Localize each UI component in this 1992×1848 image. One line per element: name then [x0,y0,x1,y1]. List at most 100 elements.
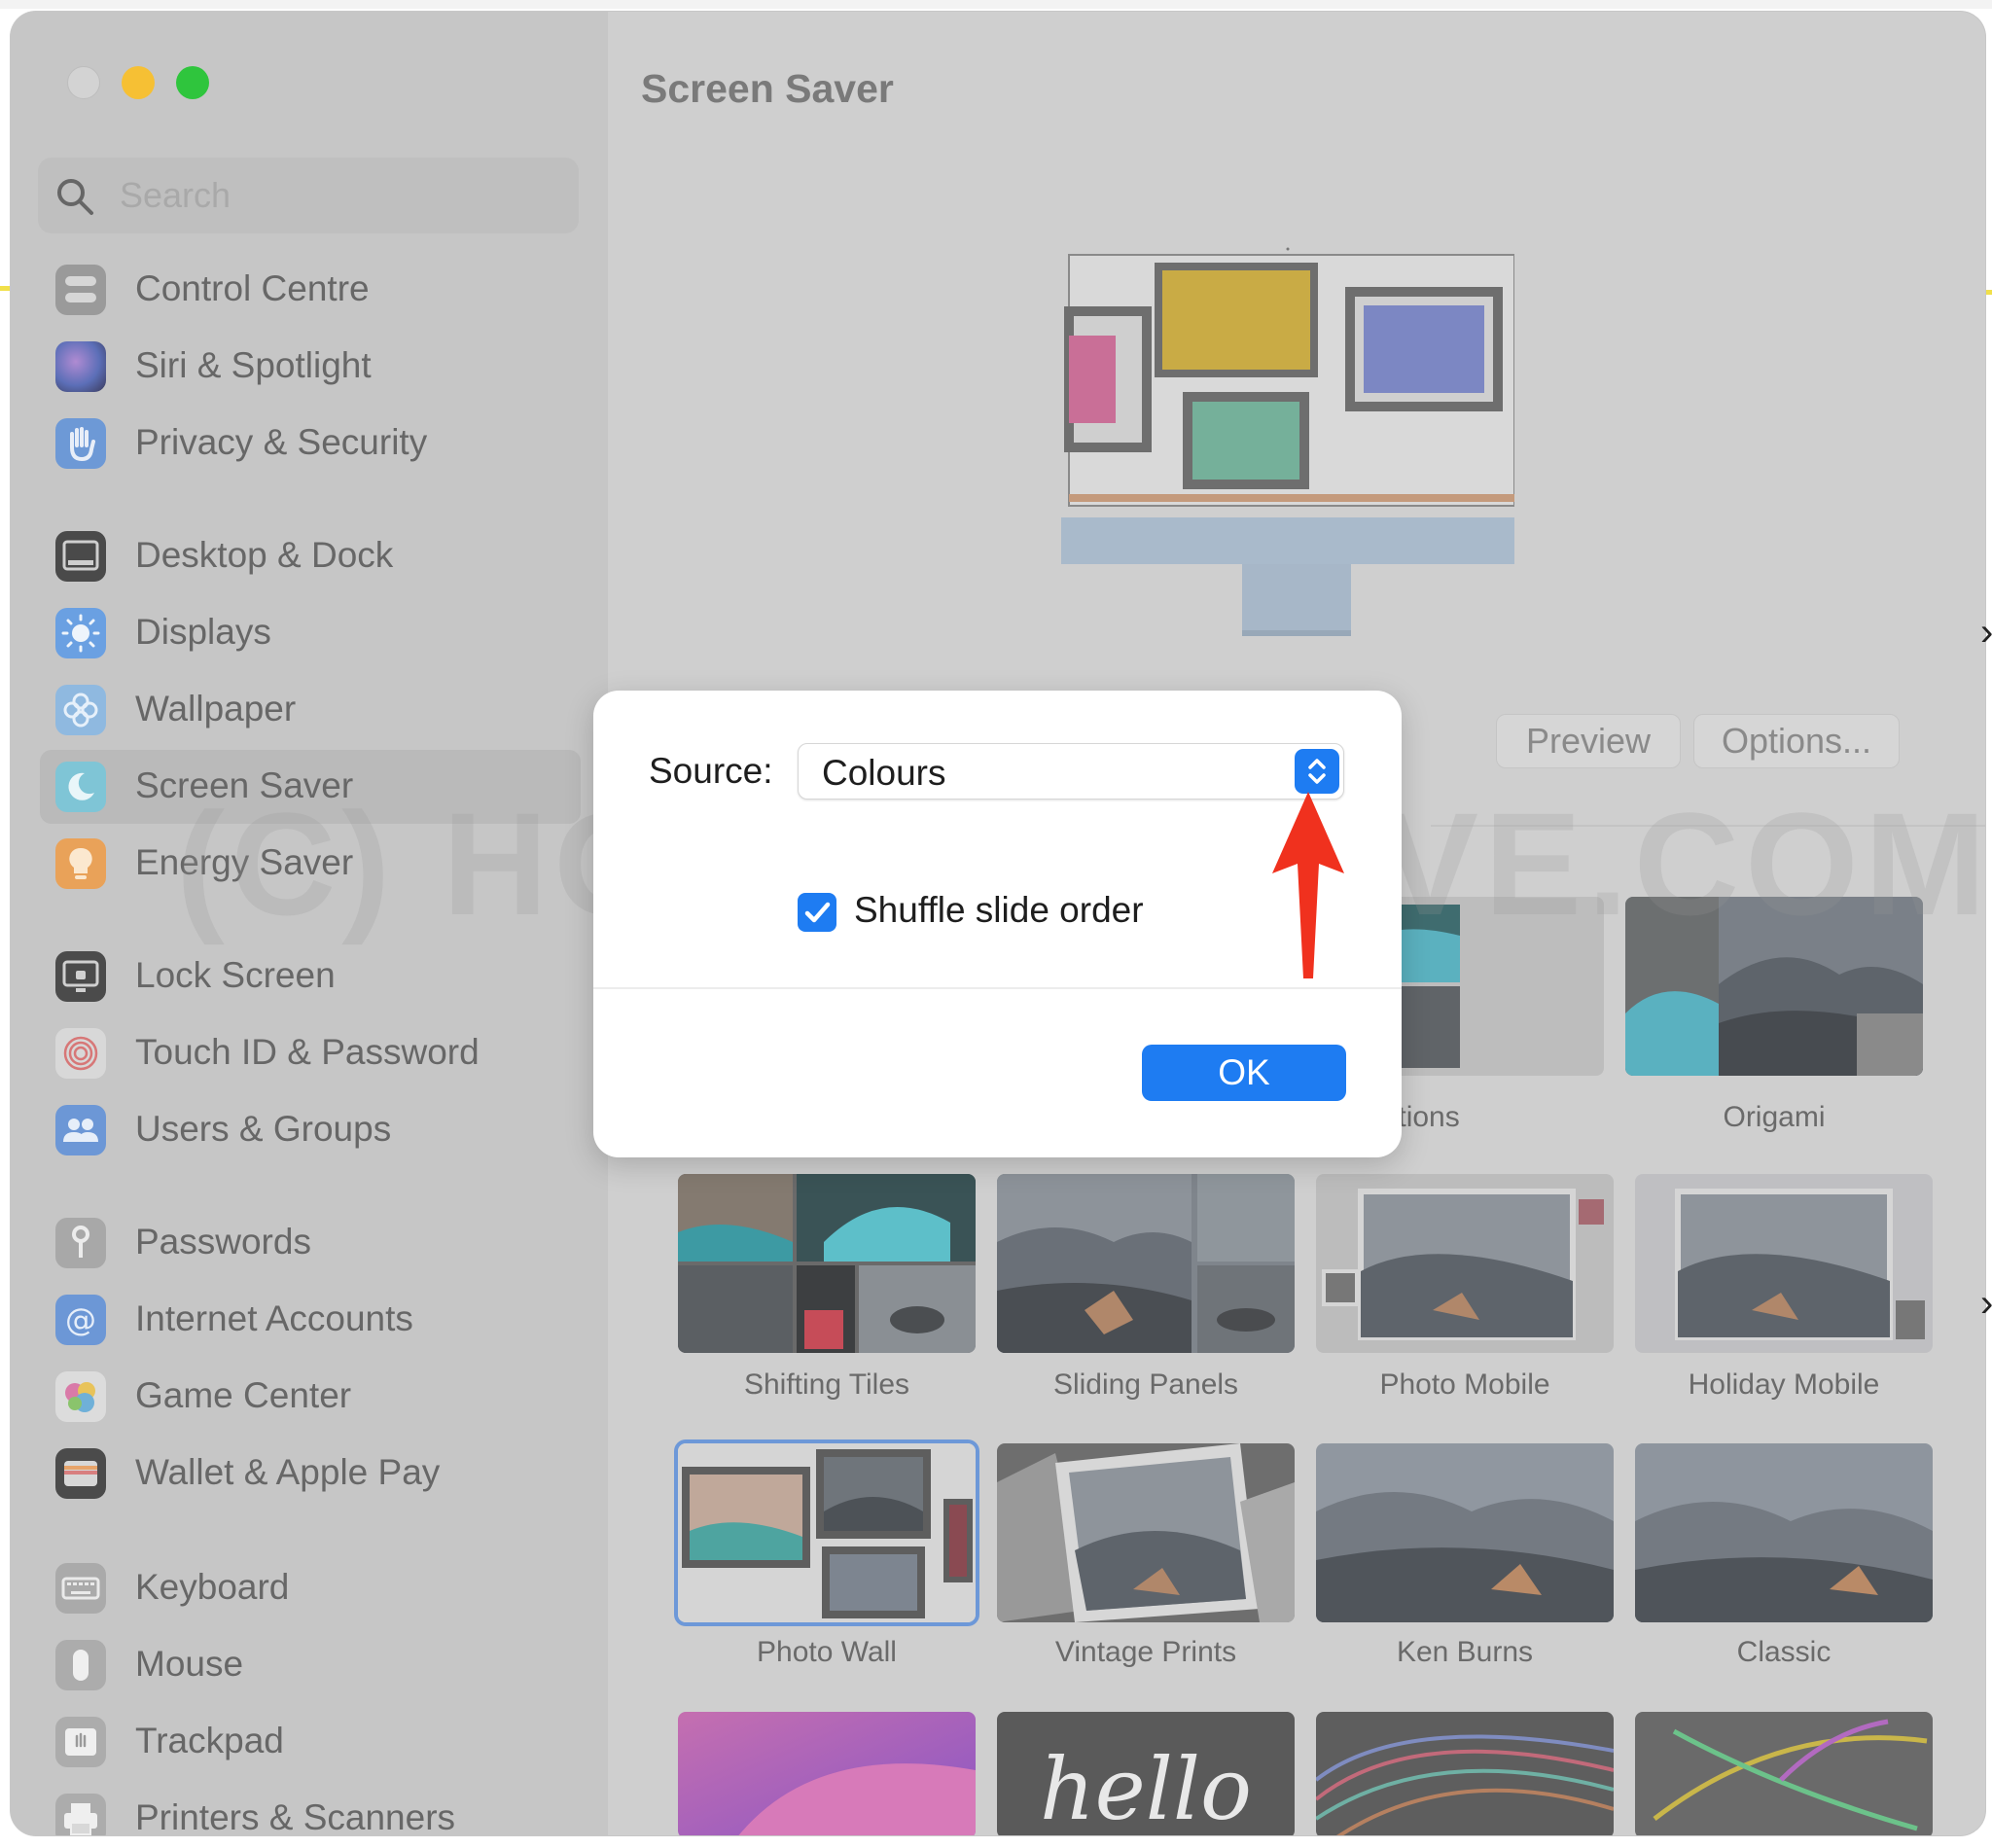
shuffle-checkbox[interactable] [798,893,836,932]
sun-icon [55,608,106,658]
dialog-divider [593,987,1402,989]
options-button[interactable]: Options... [1693,714,1900,768]
saver-label: Holiday Mobile [1688,1368,1880,1401]
printer-icon [55,1794,106,1835]
dock-icon [55,531,106,582]
svg-text:@: @ [65,1301,96,1338]
sidebar-item-label: Internet Accounts [135,1298,413,1338]
sidebar-item-trackpad[interactable]: Trackpad [40,1705,581,1779]
source-selected-value: Colours [822,753,946,793]
saver-label: Photo Mobile [1379,1368,1550,1401]
checkmark-icon [804,902,831,923]
saver-label: Vintage Prints [1054,1636,1237,1668]
background-highlight [1985,290,1992,295]
saver-thumbnail-shifting-tiles[interactable] [678,1174,976,1353]
sidebar-item-printers-scanners[interactable]: Printers & Scanners [40,1782,581,1835]
sidebar-item-label: Mouse [135,1644,244,1684]
source-label: Source: [649,751,773,791]
sidebar-item-privacy-security[interactable]: Privacy & Security [40,407,581,480]
background-highlight [0,286,11,291]
sidebar-item-users-groups[interactable]: Users & Groups [40,1093,581,1167]
users-icon [55,1105,106,1155]
sidebar-item-label: Wallet & Apple Pay [135,1452,441,1492]
close-window-button[interactable] [67,66,100,99]
sidebar-item-siri-spotlight[interactable]: Siri & Spotlight [40,330,581,404]
ok-button[interactable]: OK [1142,1045,1346,1101]
sidebar-item-desktop-dock[interactable]: Desktop & Dock [40,519,581,593]
sidebar-item-label: Touch ID & Password [135,1032,480,1072]
saver-thumbnail-classic[interactable] [1635,1443,1933,1622]
shuffle-label: Shuffle slide order [854,890,1144,930]
saver-label: hello [1040,1739,1252,1835]
key-icon [55,1218,106,1268]
background-stripe [0,0,1992,9]
search-icon [57,179,93,215]
sidebar-item-displays[interactable]: Displays [40,596,581,670]
saver-label: Classic [1736,1636,1832,1668]
screen-saver-preview [1061,247,1514,636]
fingerprint-icon [55,1028,106,1079]
saver-thumbnail-sliding-panels[interactable] [997,1174,1295,1353]
hand-icon [55,418,106,469]
saver-label: Sliding Panels [1052,1368,1239,1401]
search-box [38,158,579,233]
sidebar-item-label: Game Center [135,1375,352,1415]
sidebar-item-label: Privacy & Security [135,422,428,462]
sidebar-item-label: Passwords [135,1222,311,1262]
sidebar-item-control-centre[interactable]: Control Centre [40,253,581,327]
siri-icon [55,341,106,392]
sidebar-item-label: Users & Groups [135,1109,392,1149]
mouse-icon [55,1640,106,1690]
sidebar-item-touch-id-password[interactable]: Touch ID & Password [40,1016,581,1090]
saver-thumbnail-holiday-mobile[interactable] [1635,1174,1933,1353]
sidebar-item-label: Wallpaper [135,689,297,729]
wallet-icon [55,1448,106,1499]
edge-mark: › [1980,1282,1992,1325]
sidebar-item-label: Trackpad [135,1721,284,1760]
saver-label: Origami [1723,1101,1826,1133]
sidebar-item-mouse[interactable]: Mouse [40,1628,581,1702]
search-input[interactable] [120,171,548,220]
saver-thumbnail-drift[interactable] [1316,1712,1614,1835]
control-centre-icon [55,265,106,315]
sidebar-item-internet-accounts[interactable]: @ Internet Accounts [40,1283,581,1357]
saver-label: Ken Burns [1396,1636,1534,1668]
lock-screen-icon [55,951,106,1002]
sidebar-item-label: Desktop & Dock [135,535,394,575]
sidebar-item-passwords[interactable]: Passwords [40,1206,581,1280]
sidebar-item-lock-screen[interactable]: Lock Screen [40,940,581,1013]
sidebar-item-label: Printers & Scanners [135,1797,456,1835]
sidebar-item-game-center[interactable]: Game Center [40,1360,581,1434]
saver-thumbnail-photo-mobile[interactable] [1316,1174,1614,1353]
bulb-icon [55,838,106,889]
saver-label: Photo Wall [757,1636,897,1668]
saver-thumbnail-ken-burns[interactable] [1316,1443,1614,1622]
sidebar-item-label: Displays [135,612,271,652]
sidebar-item-label: Lock Screen [135,955,336,995]
moon-icon [55,762,106,812]
source-select[interactable]: Colours [798,743,1344,800]
flower-icon [55,685,106,735]
saver-label: Shifting Tiles [743,1368,910,1401]
trackpad-icon [55,1717,106,1767]
at-icon: @ [55,1295,106,1345]
sidebar-item-label: Siri & Spotlight [135,345,372,385]
sidebar-item-label: Keyboard [135,1567,290,1607]
saver-thumbnail-vintage-prints[interactable] [997,1443,1295,1622]
sidebar-item-label: Control Centre [135,268,370,308]
saver-thumbnail-monterey[interactable] [678,1712,976,1835]
saver-thumbnail-flurry[interactable] [1635,1712,1933,1835]
sidebar-item-wallet-apple-pay[interactable]: Wallet & Apple Pay [40,1437,581,1510]
sidebar-item-wallpaper[interactable]: Wallpaper [40,673,581,747]
edge-mark: › [1980,611,1992,654]
page-title: Screen Saver [641,66,894,111]
saver-thumbnail-photo-wall[interactable] [678,1443,976,1622]
saver-thumbnail-hello[interactable]: hello [997,1712,1295,1835]
preview-button[interactable]: Preview [1496,714,1681,768]
game-center-icon [55,1371,106,1422]
keyboard-icon [55,1563,106,1614]
annotation-arrow-icon [1272,792,1344,978]
minimize-window-button[interactable] [122,66,155,99]
sidebar-item-keyboard[interactable]: Keyboard [40,1551,581,1625]
maximize-window-button[interactable] [176,66,209,99]
